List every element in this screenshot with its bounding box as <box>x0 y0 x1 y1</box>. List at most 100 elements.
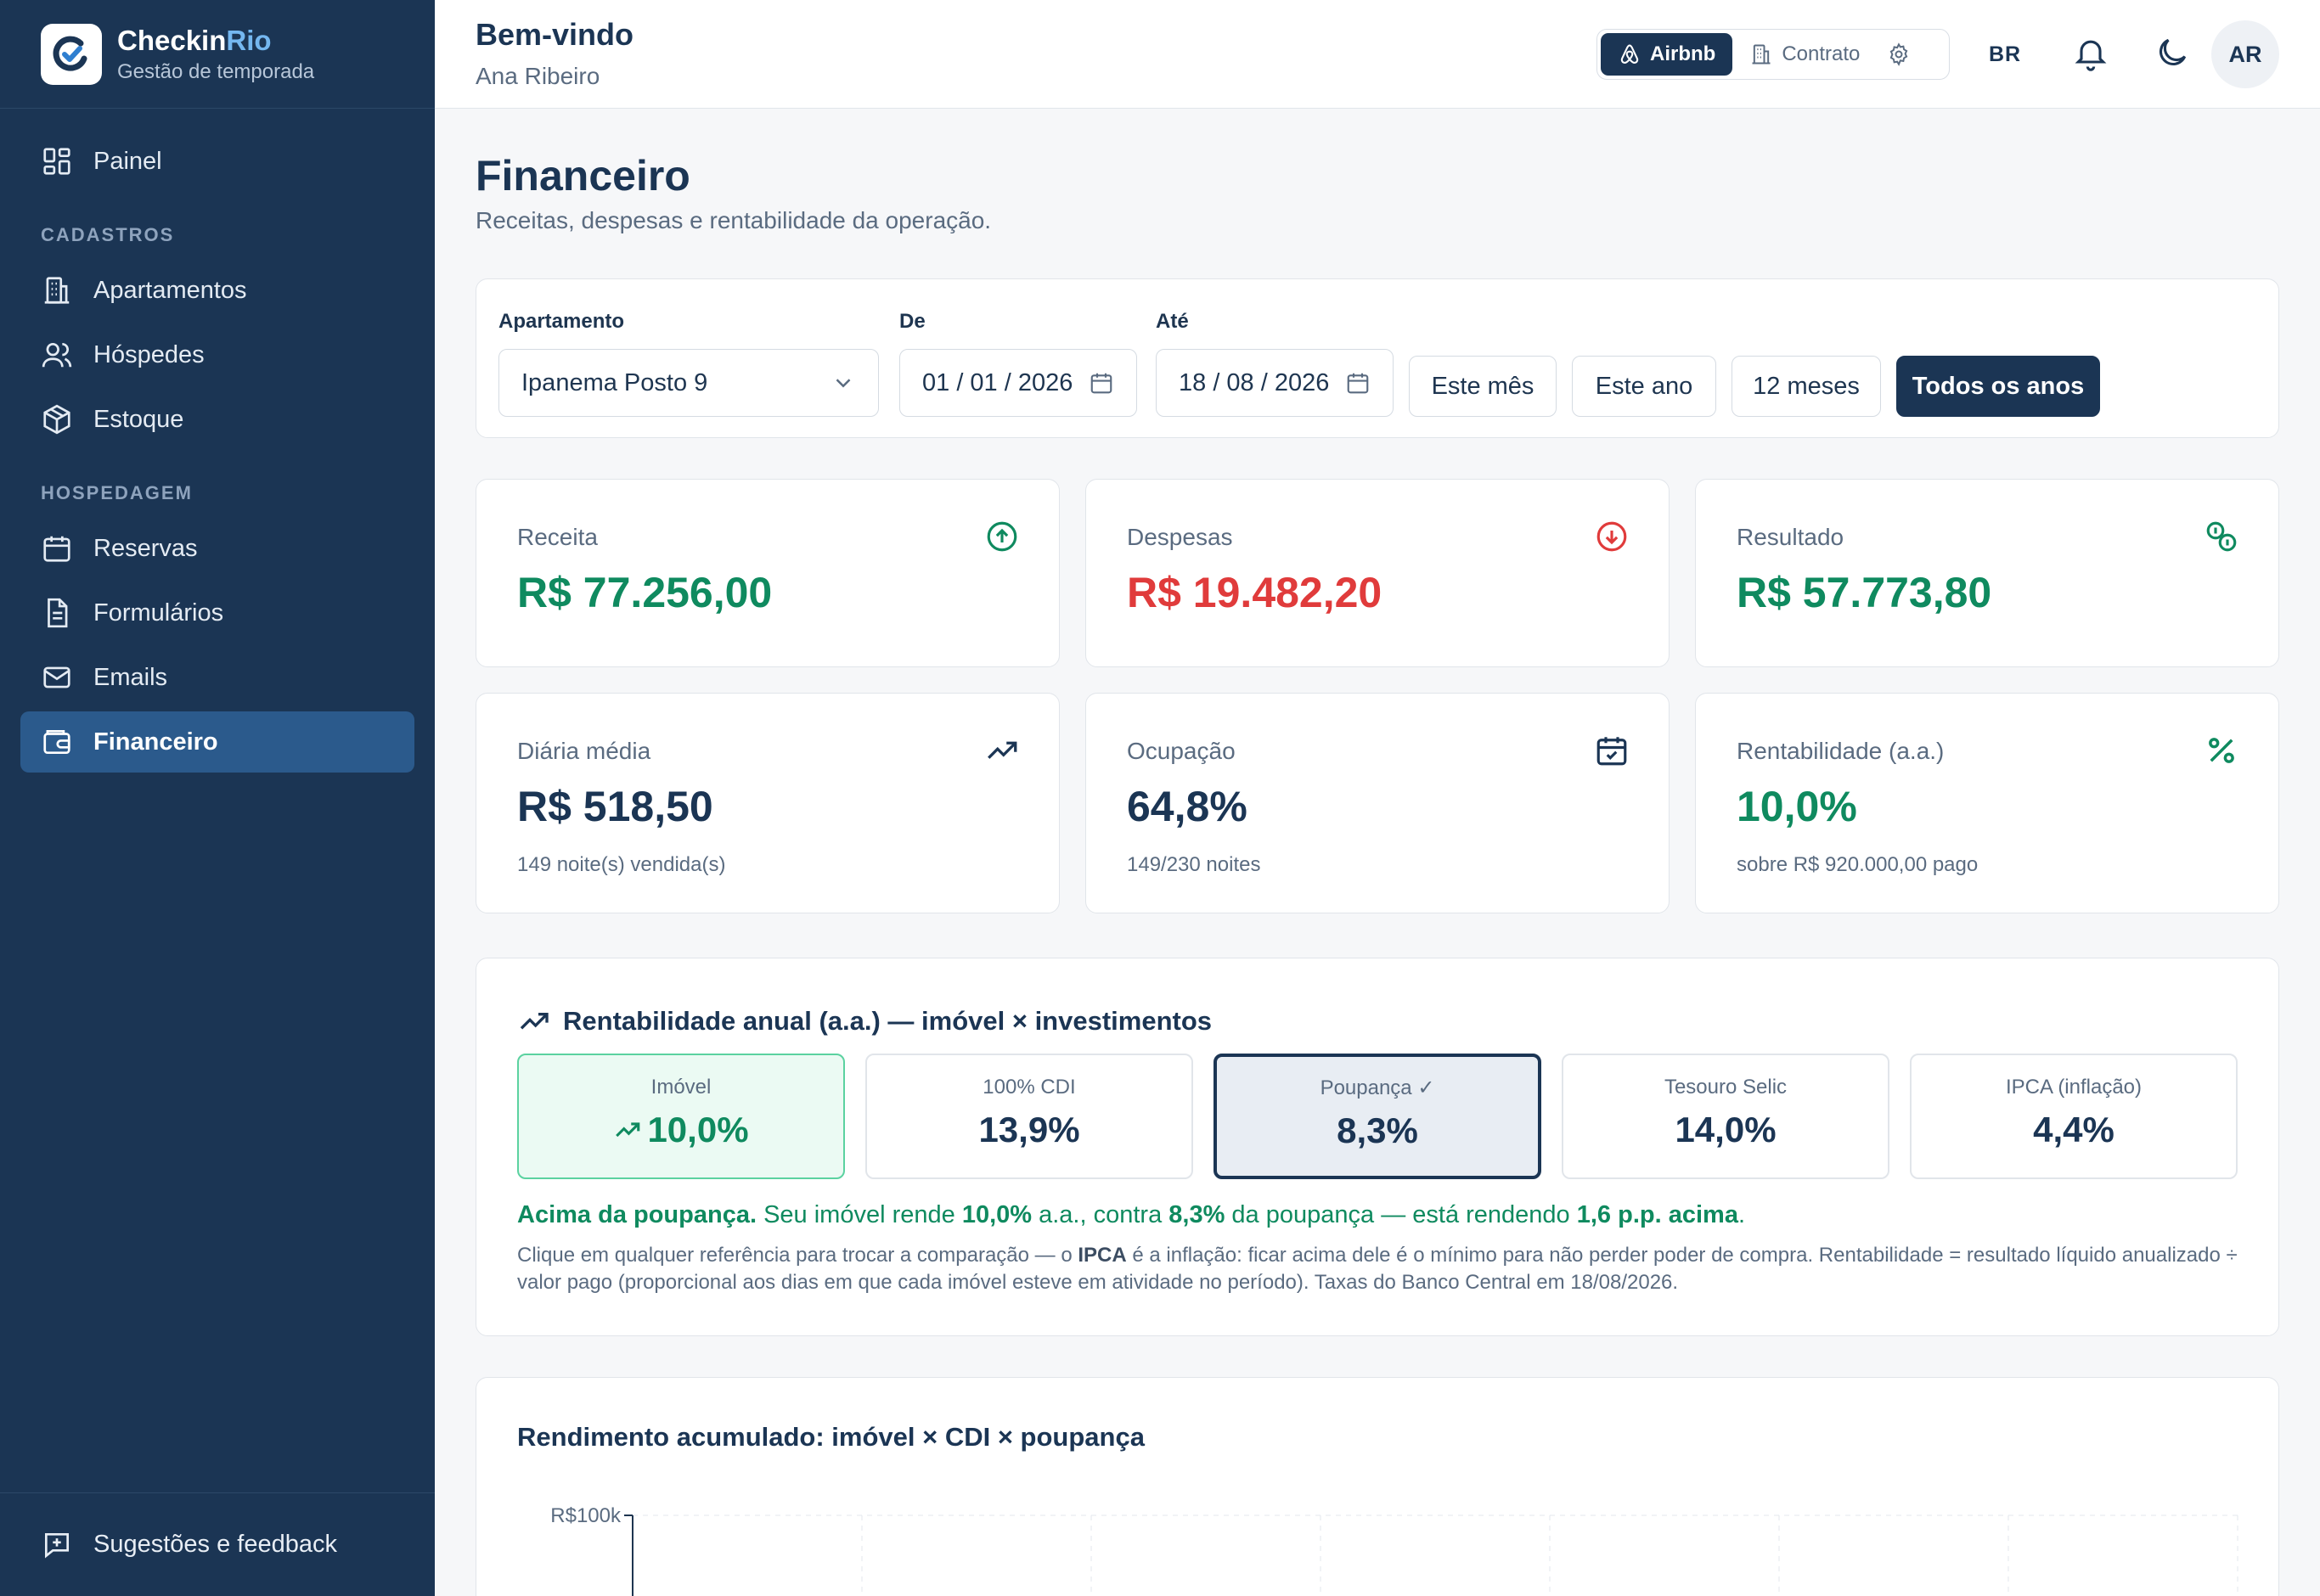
rentabilidade-card: Rentabilidade anual (a.a.) — imóvel × in… <box>476 958 2279 1336</box>
building-icon <box>44 277 70 304</box>
stat-label: Ocupação <box>1127 738 1236 764</box>
sidebar-item-emails[interactable]: Emails <box>20 647 414 708</box>
stat-label: Despesas <box>1127 524 1233 550</box>
stat-value: R$ 77.256,00 <box>517 569 773 616</box>
rentabilidade-title: Rentabilidade anual (a.a.) — imóvel × in… <box>517 1004 1212 1038</box>
top-header: Bem-vindo Ana Ribeiro Airbnb Contrato BR… <box>435 0 2320 109</box>
feedback-link[interactable]: Sugestões e feedback <box>0 1492 435 1596</box>
stat-label: Resultado <box>1737 524 1844 550</box>
language-button[interactable]: BR <box>1989 42 2021 67</box>
comparison-note: Clique em qualquer referência para troca… <box>517 1244 2238 1294</box>
sidebar-item-label: Painel <box>93 147 162 175</box>
y-tick-label: R$100k <box>550 1504 622 1527</box>
bell-icon[interactable] <box>2072 34 2109 71</box>
coins-icon <box>2206 521 2237 552</box>
from-date-input[interactable]: 01 / 01 / 2026 <box>899 349 1137 417</box>
mail-icon <box>43 666 70 688</box>
sidebar-item-label: Apartamentos <box>93 276 247 304</box>
from-label: De <box>899 310 926 333</box>
stat-card-ocupacao: Ocupação 64,8% 149/230 noites <box>1085 693 1670 913</box>
sidebar-item-reservas[interactable]: Reservas <box>20 518 414 579</box>
wallet-icon <box>43 729 70 755</box>
filters-card: Apartamento Ipanema Posto 9 De 01 / 01 /… <box>476 278 2279 438</box>
calendar-icon <box>43 536 70 562</box>
sidebar-item-label: Emails <box>93 663 168 691</box>
brand-subtitle: Gestão de temporada <box>117 59 315 83</box>
sidebar-item-label: Reservas <box>93 534 198 562</box>
sidebar-item-hospedes[interactable]: Hóspedes <box>20 324 414 385</box>
stat-card-rentabilidade: Rentabilidade (a.a.) 10,0% sobre R$ 920.… <box>1695 693 2279 913</box>
brand[interactable]: CheckinRio Gestão de temporada <box>0 0 435 109</box>
chart-card: Rendimento acumulado: imóvel × CDI × pou… <box>476 1377 2279 1596</box>
stat-value: 10,0% <box>1737 783 1857 830</box>
ref-tesouro-selic-button[interactable]: Tesouro Selic 14,0% <box>1562 1054 1889 1179</box>
welcome-text: Bem-vindo <box>476 17 634 52</box>
apartment-label: Apartamento <box>498 310 625 333</box>
quick-todos-anos-button[interactable]: Todos os anos <box>1896 356 2100 417</box>
ref-poupanca-button[interactable]: Poupança ✓ 8,3% <box>1213 1054 1541 1179</box>
sidebar-nav: Painel CADASTROS Apartamentos Hóspedes E… <box>0 109 435 773</box>
arrow-up-circle-icon <box>987 521 1017 552</box>
mode-switch: Airbnb Contrato <box>1596 29 1950 80</box>
accumulated-chart: R$100k <box>550 1504 2238 1596</box>
ref-cdi-button[interactable]: 100% CDI 13,9% <box>865 1054 1193 1179</box>
document-icon <box>48 598 68 628</box>
brand-logo-icon <box>41 23 102 85</box>
quick-este-ano-button[interactable]: Este ano <box>1572 356 1716 417</box>
stat-sub: 149 noite(s) vendida(s) <box>517 853 726 876</box>
stat-label: Rentabilidade (a.a.) <box>1737 738 1945 764</box>
stat-value: R$ 57.773,80 <box>1737 569 1992 616</box>
gear-icon <box>1890 42 1908 66</box>
calendar-icon <box>1347 373 1369 394</box>
nav-section-cadastros: CADASTROS <box>41 224 175 245</box>
calendar-check-icon <box>1596 737 1627 766</box>
sidebar: CheckinRio Gestão de temporada Painel CA… <box>0 0 435 1596</box>
chevron-down-icon <box>836 379 851 388</box>
sidebar-item-label: Financeiro <box>93 728 218 756</box>
stat-card-despesas: Despesas R$ 19.482,20 <box>1085 479 1670 667</box>
stat-value: R$ 19.482,20 <box>1127 569 1382 616</box>
mode-contrato-button[interactable]: Contrato <box>1732 33 1877 76</box>
trending-up-icon <box>520 1013 549 1030</box>
to-label: Até <box>1156 310 1189 333</box>
stat-label: Diária média <box>517 738 651 764</box>
user-name: Ana Ribeiro <box>476 63 600 89</box>
quick-12-meses-button[interactable]: 12 meses <box>1732 356 1881 417</box>
sidebar-item-estoque[interactable]: Estoque <box>20 389 414 450</box>
mode-airbnb-button[interactable]: Airbnb <box>1601 33 1733 76</box>
stat-sub: 149/230 noites <box>1127 853 1261 876</box>
stat-value: 64,8% <box>1127 783 1247 830</box>
avatar[interactable]: AR <box>2211 20 2279 88</box>
sidebar-item-formularios[interactable]: Formulários <box>20 582 414 643</box>
stat-value: R$ 518,50 <box>517 783 713 830</box>
sidebar-item-label: Estoque <box>93 405 184 433</box>
trending-up-icon <box>616 1122 640 1138</box>
stat-sub: sobre R$ 920.000,00 pago <box>1737 853 1979 876</box>
main-content: Financeiro Receitas, despesas e rentabil… <box>435 109 2320 1596</box>
users-icon <box>42 342 72 368</box>
sidebar-item-painel[interactable]: Painel <box>20 131 414 192</box>
dashboard-icon <box>43 148 70 175</box>
percent-icon <box>2209 738 2234 763</box>
mode-settings-button[interactable] <box>1882 37 1916 71</box>
stat-card-resultado: Resultado R$ 57.773,80 <box>1695 479 2279 667</box>
stat-label: Receita <box>517 524 598 550</box>
sidebar-item-financeiro[interactable]: Financeiro <box>20 711 414 773</box>
airbnb-icon <box>1620 44 1639 64</box>
trending-up-icon <box>988 741 1017 759</box>
page-title: Financeiro <box>476 152 690 200</box>
to-date-input[interactable]: 18 / 08 / 2026 <box>1156 349 1394 417</box>
feedback-icon <box>44 1532 70 1558</box>
ref-ipca-button[interactable]: IPCA (inflação) 4,4% <box>1910 1054 2238 1179</box>
feedback-label: Sugestões e feedback <box>93 1531 337 1558</box>
stat-card-diaria-media: Diária média R$ 518,50 149 noite(s) vend… <box>476 693 1060 913</box>
ref-imovel-button[interactable]: Imóvel 10,0% <box>517 1054 845 1179</box>
moon-icon[interactable] <box>2154 34 2191 71</box>
arrow-down-circle-icon <box>1596 521 1627 552</box>
page-subtitle: Receitas, despesas e rentabilidade da op… <box>476 207 992 233</box>
nav-section-hospedagem: HOSPEDAGEM <box>41 482 193 503</box>
sidebar-item-apartamentos[interactable]: Apartamentos <box>20 260 414 321</box>
quick-este-mes-button[interactable]: Este mês <box>1409 356 1557 417</box>
apartment-select[interactable]: Ipanema Posto 9 <box>498 349 879 417</box>
sidebar-item-label: Formulários <box>93 598 224 627</box>
